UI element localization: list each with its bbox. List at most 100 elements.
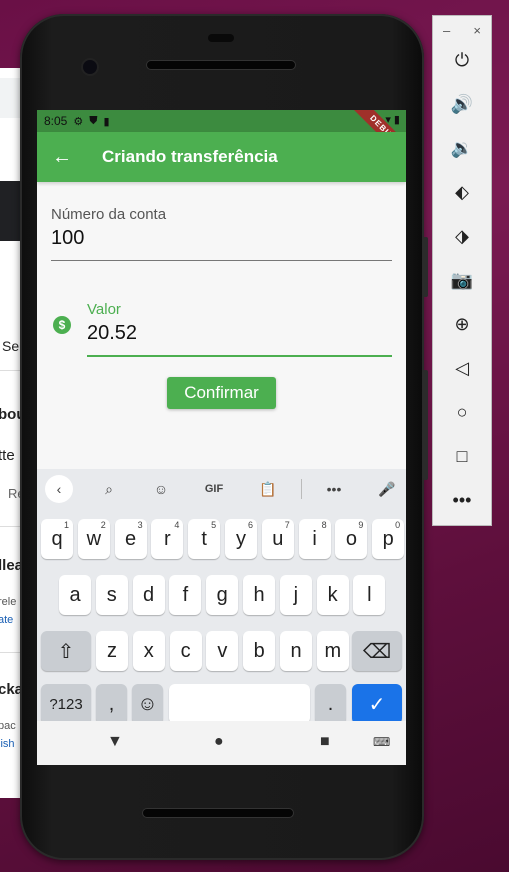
home-icon[interactable]: ○ [433, 402, 491, 423]
value-field[interactable]: Valor 20.52 [87, 301, 392, 357]
nav-home-icon[interactable]: ● [214, 733, 224, 751]
key-hint: 2 [100, 520, 106, 530]
key-label: x [143, 639, 154, 662]
chevron-left-icon[interactable]: ‹ [45, 475, 73, 503]
speaker-grille-bottom [142, 808, 294, 818]
key[interactable]: e3 [114, 519, 147, 559]
key-label: v [217, 639, 228, 662]
page-title: Criando transferência [102, 147, 278, 166]
nav-recents-icon[interactable]: ■ [320, 733, 330, 751]
shield-icon: ⛊ [89, 114, 98, 127]
clipboard-icon[interactable]: 📋 [254, 477, 282, 501]
back-icon[interactable]: ◁ [433, 358, 491, 379]
key[interactable]: k [316, 575, 349, 615]
key-label: o [345, 527, 357, 550]
backspace-key[interactable]: ⌫ [352, 631, 402, 671]
period-key[interactable]: . [315, 684, 346, 724]
front-camera [81, 58, 99, 76]
key-hint: 8 [321, 520, 327, 530]
account-number-value[interactable]: 100 [51, 227, 392, 250]
key-label: s [106, 583, 117, 606]
key[interactable]: w2 [77, 519, 110, 559]
key-label: m [324, 639, 342, 662]
key[interactable]: d [132, 575, 165, 615]
key[interactable]: t5 [188, 519, 221, 559]
key[interactable]: h [243, 575, 275, 615]
key[interactable]: a [59, 575, 91, 615]
key[interactable]: z [96, 631, 128, 671]
key[interactable]: y6 [225, 519, 257, 559]
close-button[interactable]: × [473, 23, 481, 38]
shift-key[interactable]: ⇧ [41, 631, 91, 671]
key[interactable]: f [169, 575, 202, 615]
volume-down-icon[interactable]: 🔉 [433, 138, 491, 159]
sticker-icon[interactable]: ☺ [147, 477, 175, 501]
background-text: rele [0, 596, 17, 608]
key-hint: 5 [211, 520, 217, 530]
key[interactable]: v [206, 631, 239, 671]
key[interactable]: o9 [335, 519, 368, 559]
background-link[interactable]: lish [0, 738, 15, 750]
confirm-button[interactable]: Confirmar [167, 377, 276, 409]
key[interactable]: s [95, 575, 128, 615]
key[interactable]: x [132, 631, 165, 671]
zoom-icon[interactable]: ⊕ [433, 314, 491, 335]
rotate-right-icon[interactable]: ⬗ [433, 226, 491, 247]
space-key[interactable] [169, 684, 310, 724]
background-text: tte [0, 447, 15, 464]
key[interactable]: l [353, 575, 386, 615]
keyboard-switch-icon[interactable]: ⌨ [373, 735, 390, 749]
key[interactable]: p0 [372, 519, 405, 559]
key-label: j [293, 583, 299, 606]
background-text: pac [0, 720, 16, 732]
key[interactable]: c [169, 631, 202, 671]
nav-back-icon[interactable]: ▼ [107, 733, 123, 751]
sd-card-icon: ▮ [103, 115, 110, 128]
account-number-underline [51, 260, 392, 261]
speaker-grille-top [146, 60, 296, 70]
key[interactable]: i8 [298, 519, 331, 559]
key-hint: 0 [395, 520, 401, 530]
key[interactable]: r4 [151, 519, 184, 559]
key[interactable]: m [316, 631, 349, 671]
key[interactable]: u7 [261, 519, 294, 559]
emulator-toolbar: – × ⏻ 🔊 🔉 ⬖ ⬗ 📷 ⊕ ◁ ○ □ ••• [432, 15, 492, 526]
key-label: c [180, 639, 191, 662]
key-label: e [125, 527, 137, 550]
account-number-label: Número da conta [51, 206, 167, 223]
gif-button[interactable]: GIF [200, 477, 228, 501]
checkmark-key[interactable]: ✓ [352, 684, 402, 724]
arrow-back-icon[interactable]: ← [37, 146, 87, 169]
value-underline [87, 355, 392, 357]
microphone-icon[interactable]: 🎤 [373, 477, 401, 501]
power-icon[interactable]: ⏻ [433, 50, 491, 71]
background-link[interactable]: ate [0, 614, 13, 626]
key[interactable]: j [279, 575, 312, 615]
more-icon[interactable]: ••• [433, 490, 491, 511]
minimize-button[interactable]: – [443, 23, 450, 38]
emoji-key[interactable]: ☺ [132, 684, 163, 724]
search-icon[interactable]: ⌕ [95, 477, 123, 501]
value-input[interactable]: 20.52 [87, 322, 392, 345]
rotate-left-icon[interactable]: ⬖ [433, 182, 491, 203]
toolbar-divider [301, 479, 302, 499]
camera-icon[interactable]: 📷 [433, 270, 491, 291]
keyboard-toolbar: ‹ ⌕ ☺ GIF 📋 ••• 🎤 [37, 469, 406, 509]
comma-key[interactable]: , [96, 684, 127, 724]
key[interactable]: g [206, 575, 239, 615]
key[interactable]: q1 [41, 519, 73, 559]
key[interactable]: b [243, 631, 276, 671]
key-hint: 9 [358, 520, 364, 530]
more-options-icon[interactable]: ••• [320, 477, 348, 501]
key-label: l [367, 583, 372, 606]
volume-up-icon[interactable]: 🔊 [433, 94, 491, 115]
key-hint: 6 [247, 520, 253, 530]
overview-icon[interactable]: □ [433, 446, 491, 467]
account-number-field[interactable]: Número da conta 100 [51, 206, 392, 261]
key-label: z [107, 639, 117, 662]
key-label: q [51, 527, 63, 550]
status-time: 8:05 [44, 114, 68, 128]
key-label: u [272, 527, 284, 550]
symbols-key[interactable]: ?123 [41, 684, 91, 724]
key[interactable]: n [280, 631, 312, 671]
